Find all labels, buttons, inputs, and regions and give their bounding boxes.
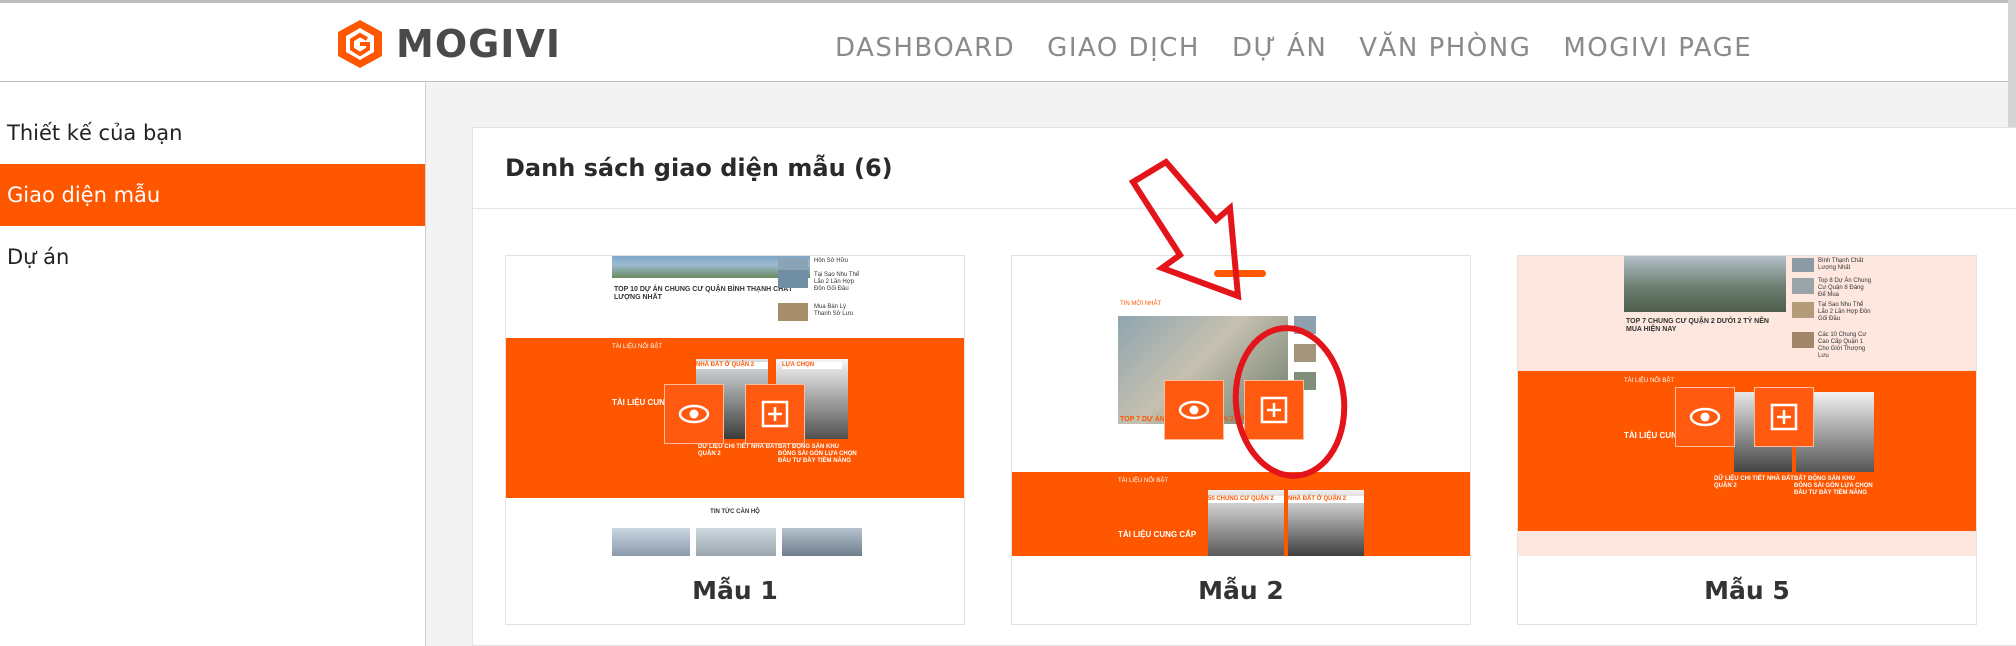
sidebar-item-your-designs[interactable]: Thiết kế của bạn bbox=[0, 102, 425, 164]
preview-photo bbox=[782, 528, 862, 556]
preview-section-title: TÀI LIỆU NỔI BẬT bbox=[1624, 378, 1675, 384]
preview-side-item: Top 8 Dự Án Chung Cư Quận 8 Đáng Để Mua bbox=[1818, 278, 1872, 298]
preview-photo bbox=[1624, 256, 1786, 312]
eye-icon bbox=[1689, 407, 1721, 427]
preview-badge-2: NHÀ ĐẤT Ở QUẬN 2 bbox=[1288, 496, 1364, 503]
preview-badge-2: LỰA CHỌN bbox=[782, 362, 842, 369]
preview-section-title: TIN MỚI NHẤT bbox=[1120, 301, 1162, 307]
nav-giao-dich[interactable]: GIAO DỊCH bbox=[1047, 33, 1200, 63]
preview-pill bbox=[1214, 270, 1266, 277]
eye-icon bbox=[678, 404, 710, 424]
preview-section-title: TÀI LIỆU NỔI BẬT bbox=[612, 344, 663, 350]
preview-thumb bbox=[1792, 258, 1814, 272]
preview-add-button[interactable] bbox=[1754, 387, 1814, 447]
template-card-3[interactable]: TOP 7 CHUNG CƯ QUẬN 2 DƯỚI 2 TỶ NÊN MUA … bbox=[1517, 255, 1977, 625]
eye-icon bbox=[1178, 400, 1210, 420]
main-nav: DASHBOARD GIAO DỊCH DỰ ÁN VĂN PHÒNG MOGI… bbox=[835, 33, 1752, 63]
preview-item-2: BẤT ĐỘNG SẢN KHU ĐÔNG SÀI GÒN LỰA CHỌN Đ… bbox=[778, 444, 857, 464]
preview-section-title: TÀI LIỆU NỔI BẬT bbox=[1118, 478, 1169, 484]
preview-thumb bbox=[1792, 278, 1814, 294]
preview-add-button[interactable] bbox=[1244, 380, 1304, 440]
template-card-1[interactable]: TOP 10 DỰ ÁN CHUNG CƯ QUẬN BÌNH THẠNH CH… bbox=[505, 255, 965, 625]
preview-side-item: Mua Bán Lý Thanh Sở Lưu bbox=[814, 304, 853, 317]
preview-thumb bbox=[1792, 332, 1814, 348]
preview-headline: TOP 10 DỰ ÁN CHUNG CƯ QUẬN BÌNH THẠNH CH… bbox=[614, 286, 793, 301]
preview-block-title: TÀI LIỆU CUNG bbox=[612, 398, 672, 407]
preview-side-item: Tại Sao Nhu Thể Lão 2 Lần Hợp Đồn Gối Đầ… bbox=[814, 272, 860, 292]
template-list-panel: Danh sách giao diện mẫu (6) TOP 10 DỰ ÁN… bbox=[472, 127, 2016, 646]
nav-mogivi-page[interactable]: MOGIVI PAGE bbox=[1563, 33, 1752, 63]
template-name: Mẫu 5 bbox=[1704, 576, 1790, 605]
sidebar-item-templates[interactable]: Giao diện mẫu bbox=[0, 164, 425, 226]
preview-thumb bbox=[778, 303, 808, 321]
preview-block-title: TÀI LIỆU CUNG CẤP bbox=[1118, 530, 1197, 539]
logo-text: MOGIVI bbox=[396, 22, 561, 66]
plus-square-icon bbox=[1260, 396, 1288, 424]
preview-badge-1: 50 CHUNG CƯ QUẬN 2 bbox=[1208, 496, 1284, 503]
preview-view-button[interactable] bbox=[1164, 380, 1224, 440]
preview-item-2: BẤT ĐỘNG SẢN KHU ĐÔNG SÀI GÒN LỰA CHỌN Đ… bbox=[1794, 476, 1873, 496]
preview-add-button[interactable] bbox=[745, 384, 805, 444]
preview-badge-1: NHÀ ĐẤT Ở QUẬN 2 bbox=[696, 362, 768, 369]
nav-du-an[interactable]: DỰ ÁN bbox=[1232, 33, 1327, 63]
sidebar: Thiết kế của bạn Giao diện mẫu Dự án bbox=[0, 82, 426, 646]
panel-title: Danh sách giao diện mẫu (6) bbox=[473, 128, 2016, 209]
template-preview-3: TOP 7 CHUNG CƯ QUẬN 2 DƯỚI 2 TỶ NÊN MUA … bbox=[1518, 256, 1976, 556]
logo[interactable]: MOGIVI bbox=[334, 17, 561, 71]
preview-thumb bbox=[1792, 302, 1814, 318]
preview-item-1: DỮ LIỆU CHI TIẾT NHÀ ĐẤT QUẬN 2 bbox=[1714, 476, 1794, 489]
preview-view-button[interactable] bbox=[664, 384, 724, 444]
preview-headline: TOP 7 CHUNG CƯ QUẬN 2 DƯỚI 2 TỶ NÊN MUA … bbox=[1626, 318, 1769, 333]
template-name: Mẫu 2 bbox=[1198, 576, 1284, 605]
preview-photo bbox=[696, 528, 776, 556]
preview-thumb bbox=[778, 258, 808, 270]
preview-side-item: Bình Thạnh Chất Lượng Nhất bbox=[1818, 258, 1864, 271]
template-preview-2: TIN MỚI NHẤT TOP 7 DỰ ÁN CHUNG CƯ QUẬN 2… bbox=[1012, 256, 1470, 556]
top-navbar: MOGIVI DASHBOARD GIAO DỊCH DỰ ÁN VĂN PHÒ… bbox=[0, 0, 2016, 82]
preview-photo bbox=[612, 528, 690, 556]
plus-square-icon bbox=[1770, 403, 1798, 431]
template-card-2[interactable]: TIN MỚI NHẤT TOP 7 DỰ ÁN CHUNG CƯ QUẬN 2… bbox=[1011, 255, 1471, 625]
sidebar-item-projects[interactable]: Dự án bbox=[0, 226, 425, 288]
preview-side-item: Tại Sao Nhu Thể Lão 2 Lần Hợp Đồn Gối Đầ… bbox=[1818, 302, 1871, 322]
preview-footer-title: TIN TỨC CĂN HỘ bbox=[710, 509, 760, 515]
template-name: Mẫu 1 bbox=[692, 576, 778, 605]
logo-mark-icon bbox=[338, 20, 382, 68]
preview-thumb bbox=[1294, 344, 1316, 362]
nav-dashboard[interactable]: DASHBOARD bbox=[835, 33, 1015, 63]
preview-thumb bbox=[778, 270, 808, 288]
nav-van-phong[interactable]: VĂN PHÒNG bbox=[1359, 33, 1531, 63]
preview-thumb bbox=[1294, 316, 1316, 334]
preview-side-item: Các 10 Chung Cư Cao Cấp Quận 1 Cho Giới … bbox=[1818, 332, 1867, 359]
plus-square-icon bbox=[761, 400, 789, 428]
preview-item-1: DỮ LIỆU CHI TIẾT NHÀ ĐẤT QUẬN 2 bbox=[698, 444, 778, 457]
template-preview-1: TOP 10 DỰ ÁN CHUNG CƯ QUẬN BÌNH THẠNH CH… bbox=[506, 256, 964, 556]
preview-side-item: Hôn Sở Hữu bbox=[814, 258, 848, 264]
preview-view-button[interactable] bbox=[1675, 387, 1735, 447]
